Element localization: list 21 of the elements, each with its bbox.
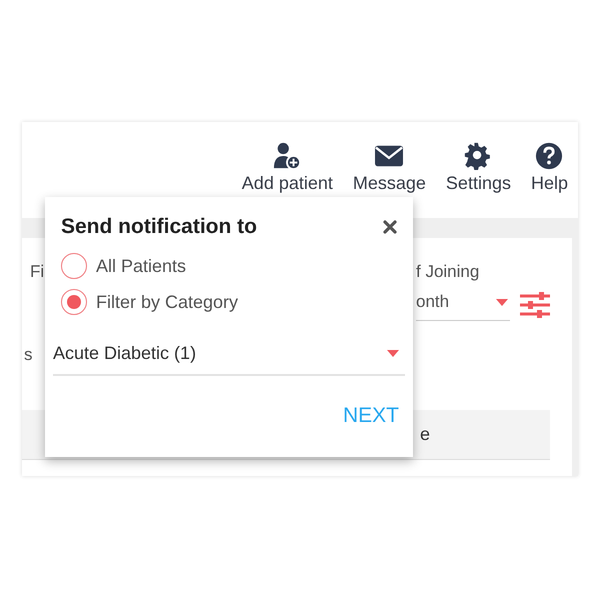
option-label[interactable]: All Patients	[96, 256, 186, 276]
option-label[interactable]: Filter by Category	[96, 292, 238, 312]
toolbar-button[interactable]: Settings	[440, 142, 517, 194]
joining-label: f Joining	[416, 262, 480, 282]
hint-text: s	[24, 345, 32, 365]
close-icon[interactable]	[383, 220, 397, 234]
settings-icon	[464, 142, 492, 170]
caret-icon	[496, 298, 508, 306]
filter-label: Fi	[30, 262, 44, 282]
help-icon	[535, 142, 564, 170]
category-dropdown[interactable]: Acute Diabetic (1)	[53, 339, 405, 376]
radio-button[interactable]	[61, 253, 87, 279]
toolbar-button[interactable]: Message	[346, 142, 432, 194]
radio-button[interactable]	[61, 289, 87, 315]
toolbar-button[interactable]: Add patient	[236, 142, 339, 194]
dialog-title: Send notification to	[61, 215, 257, 239]
person-add-icon	[273, 142, 302, 170]
filter-sliders-icon[interactable]	[520, 292, 550, 318]
period-dropdown[interactable]: onth	[416, 288, 510, 321]
toolbar-button[interactable]: Help	[524, 142, 574, 194]
caret-icon	[387, 350, 399, 357]
